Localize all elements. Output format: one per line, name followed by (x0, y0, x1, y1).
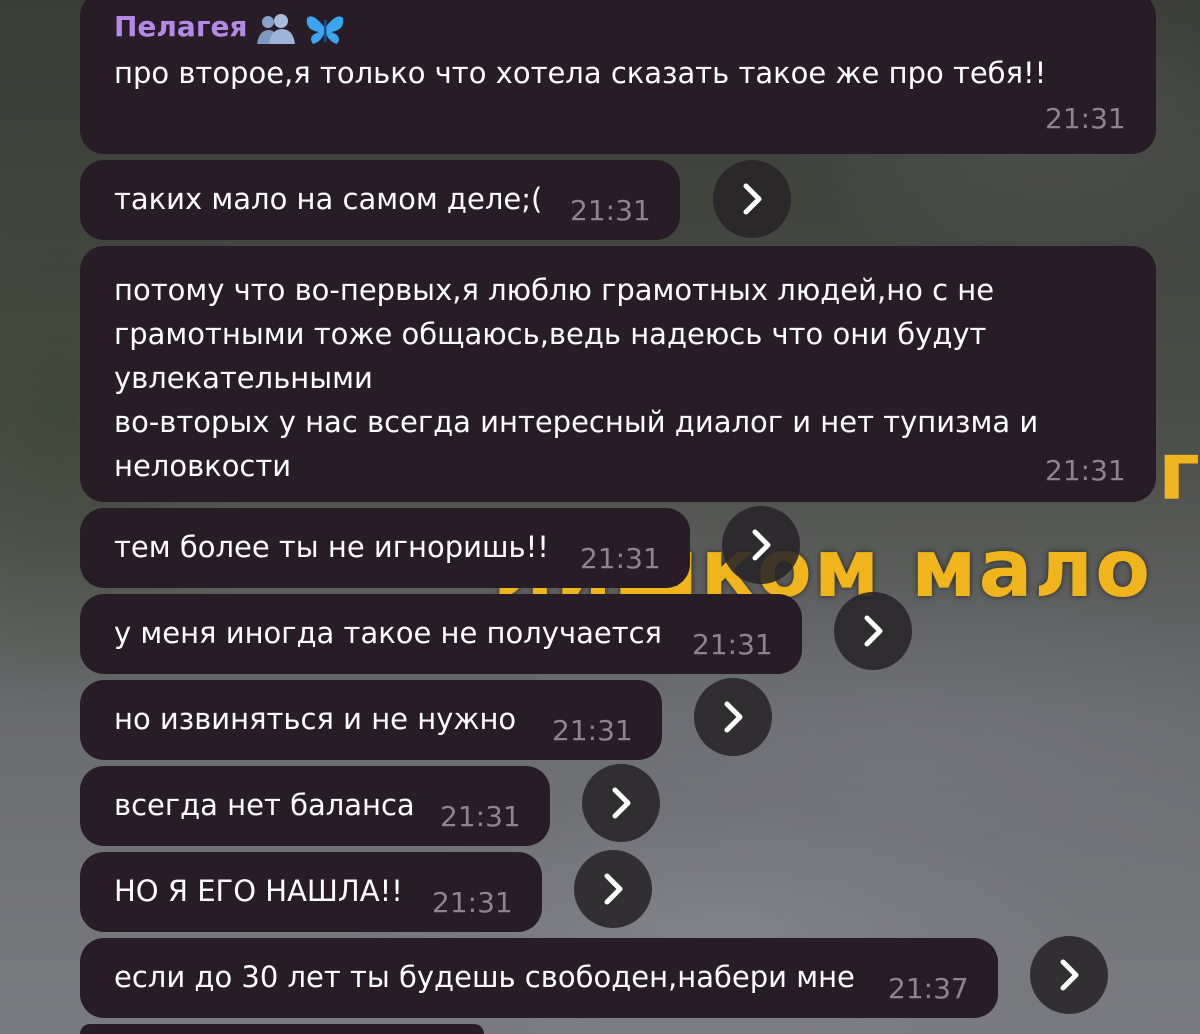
chevron-right-icon (612, 787, 631, 819)
message-bubble[interactable]: таких мало на самом деле;( 21:31 (80, 160, 680, 240)
message-time: 21:31 (692, 628, 773, 661)
forward-button[interactable] (722, 506, 800, 584)
forward-button[interactable] (574, 850, 652, 928)
message-time: 21:31 (580, 542, 661, 575)
chevron-right-icon (864, 615, 883, 647)
chevron-right-icon (743, 183, 762, 215)
sender-name[interactable]: Пелагея (114, 10, 247, 43)
message-bubble[interactable]: тем более ты не игноришь!! 21:31 (80, 508, 690, 588)
message-line: потому что во-первых,я люблю грамотных л… (114, 273, 995, 307)
message-line: неловкости (114, 449, 292, 483)
message-text: НО Я ЕГО НАШЛА!! (114, 874, 403, 908)
message-bubble[interactable]: НО Я ЕГО НАШЛА!! 21:31 (80, 852, 542, 932)
message-time: 21:31 (552, 714, 633, 747)
message-line: во-вторых у нас всегда интересный диалог… (114, 405, 1039, 439)
forward-button[interactable] (713, 160, 791, 238)
message-bubble[interactable]: но извиняться и не нужно 21:31 (80, 680, 662, 760)
chevron-right-icon (1060, 959, 1079, 991)
message-bubble[interactable]: Пелагея про второе,я только что хотела с… (80, 0, 1156, 154)
forward-button[interactable] (694, 678, 772, 756)
message-time: 21:31 (1045, 454, 1126, 487)
message-bubble[interactable]: потому что во-первых,я люблю грамотных л… (80, 246, 1156, 502)
message-time: 21:31 (1045, 102, 1126, 135)
message-text: у меня иногда такое не получается (114, 616, 662, 650)
message-time: 21:31 (440, 800, 521, 833)
message-text: если до 30 лет ты будешь свободен,набери… (114, 960, 855, 994)
forward-button[interactable] (1030, 936, 1108, 1014)
chevron-right-icon (752, 529, 771, 561)
message-text: таких мало на самом деле;( (114, 182, 543, 216)
message-time: 21:37 (888, 972, 969, 1005)
message-bubble[interactable]: если до 30 лет ты будешь свободен,набери… (80, 938, 998, 1018)
message-text: про второе,я только что хотела сказать т… (114, 56, 1047, 90)
forward-button[interactable] (582, 764, 660, 842)
message-line: увлекательными (114, 361, 373, 395)
people-butterfly-emoji-icon (257, 14, 344, 44)
message-bubble[interactable]: всегда нет баланса 21:31 (80, 766, 550, 846)
message-text: потому что во-первых,я люблю грамотных л… (114, 268, 1038, 488)
message-time: 21:31 (570, 194, 651, 227)
message-bubble-partial[interactable] (80, 1024, 484, 1034)
message-time: 21:31 (432, 886, 513, 919)
chevron-right-icon (604, 873, 623, 905)
message-text: всегда нет баланса (114, 788, 415, 822)
chevron-right-icon (724, 701, 743, 733)
forward-button[interactable] (834, 592, 912, 670)
message-text: тем более ты не игноришь!! (114, 530, 549, 564)
message-line: грамотными тоже общаюсь,ведь надеюсь что… (114, 317, 987, 351)
message-text: но извиняться и не нужно (114, 702, 517, 736)
message-bubble[interactable]: у меня иногда такое не получается 21:31 (80, 594, 802, 674)
background-overlay-letter: г (1158, 425, 1200, 518)
